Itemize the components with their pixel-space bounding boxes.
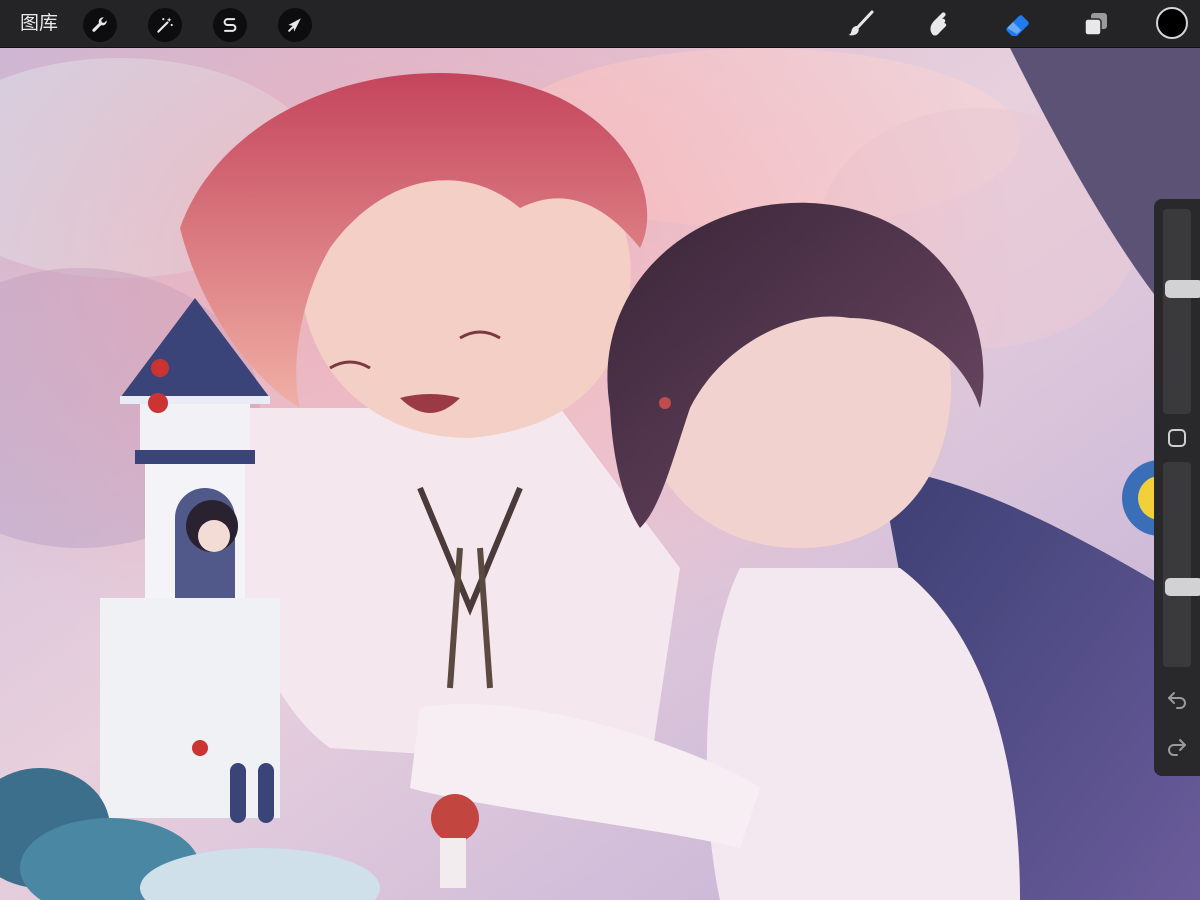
color-picker-button[interactable] [1156,7,1188,39]
paint-tool[interactable] [844,7,878,41]
selection-s-icon [223,18,237,32]
redo-icon[interactable] [1165,734,1189,758]
arrow-cursor-icon [288,18,301,32]
smudge-finger-icon [930,12,947,36]
brush-size-slider[interactable] [1163,209,1200,414]
undo-icon[interactable] [1165,687,1189,711]
eraser-icon [1006,15,1029,36]
top-toolbar: 图库 [0,0,1200,48]
paintbrush-icon [848,10,874,36]
artwork [0,48,1200,900]
layers-tool[interactable] [1079,7,1113,41]
transform-button[interactable] [278,8,312,42]
selection-button[interactable] [213,8,247,42]
brush-opacity-thumb[interactable] [1165,577,1200,596]
sidebar [1154,199,1200,776]
actions-button[interactable] [83,8,117,42]
gallery-button[interactable]: 图库 [20,13,58,35]
layers-icon [1084,13,1107,36]
square-modify-icon[interactable] [1168,429,1186,447]
brush-opacity-slider[interactable] [1163,462,1200,667]
wrench-icon [92,17,107,32]
magic-wand-icon [157,17,173,33]
eraser-tool[interactable] [1001,7,1035,41]
smudge-tool[interactable] [923,7,957,41]
brush-size-thumb[interactable] [1165,280,1200,299]
drawing-canvas[interactable] [0,48,1200,900]
adjustments-button[interactable] [148,8,182,42]
